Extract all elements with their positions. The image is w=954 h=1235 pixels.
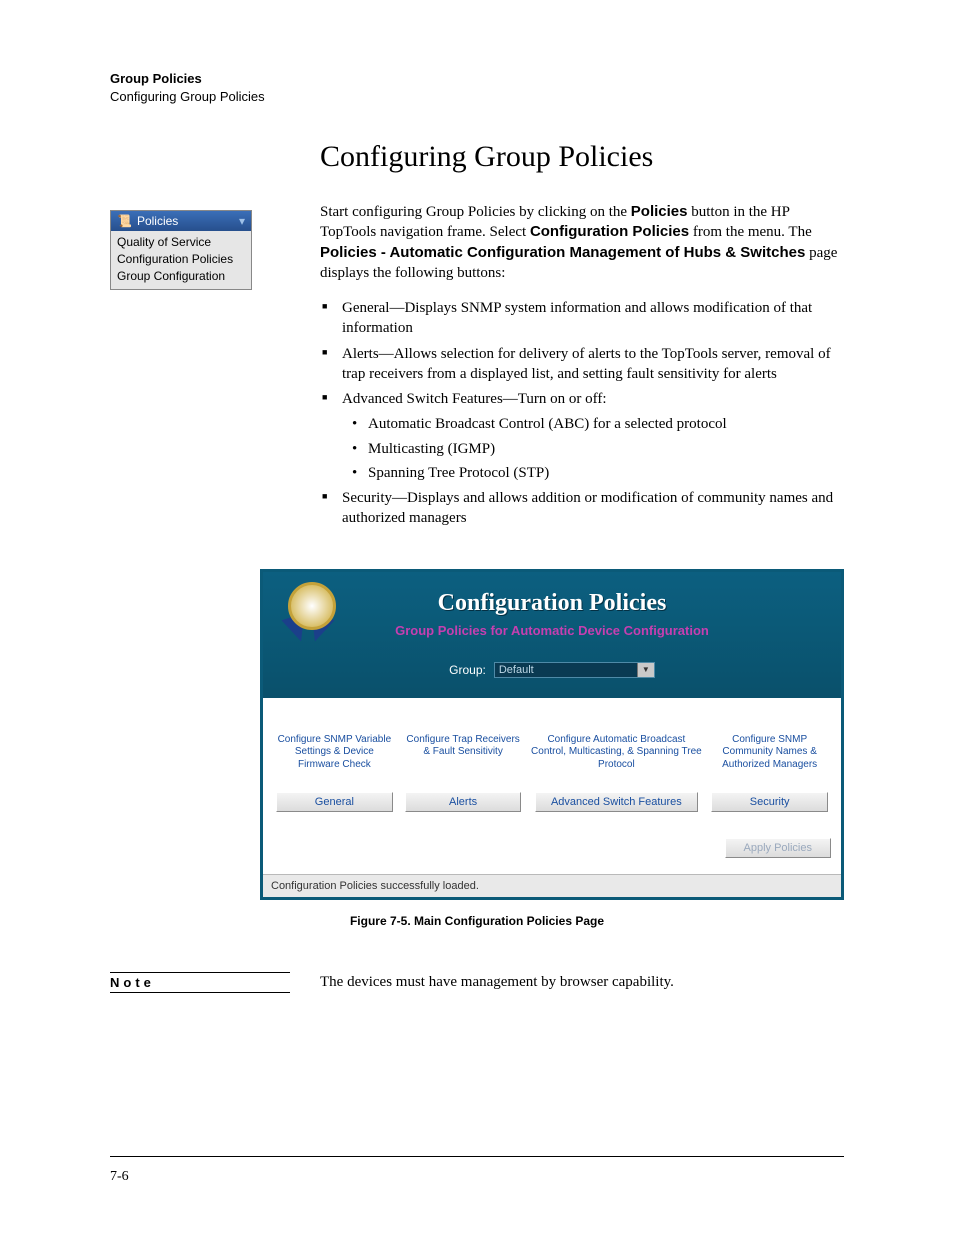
running-header-sub: Configuring Group Policies [110,88,844,106]
apply-policies-button[interactable]: Apply Policies [725,838,831,858]
list-item: Spanning Tree Protocol (STP) [368,463,844,483]
panel-title: Configuration Policies [279,590,825,617]
list-item: Multicasting (IGMP) [368,439,844,459]
security-button[interactable]: Security [711,792,828,812]
list-item: Automatic Broadcast Control (ABC) for a … [368,414,844,434]
list-item: Advanced Switch Features—Turn on or off:… [342,389,844,483]
note-text: The devices must have management by brow… [320,972,844,993]
status-bar: Configuration Policies successfully load… [263,874,841,897]
award-ribbon-icon [285,582,333,630]
menu-item-group-config[interactable]: Group Configuration [117,268,245,285]
group-label: Group: [449,663,486,677]
menu-item-config-policies[interactable]: Configuration Policies [117,251,245,268]
panel-subtitle: Group Policies for Automatic Device Conf… [279,623,825,638]
advanced-desc: Configure Automatic Broadcast Control, M… [530,734,702,786]
footer-rule [110,1156,844,1157]
general-desc: Configure SNMP Variable Settings & Devic… [273,734,396,786]
menu-item-qos[interactable]: Quality of Service [117,234,245,251]
running-header-title: Group Policies [110,70,844,88]
list-item: General—Displays SNMP system information… [342,298,844,339]
intro-paragraph: Start configuring Group Policies by clic… [320,202,844,283]
alerts-desc: Configure Trap Receivers & Fault Sensiti… [402,734,525,786]
scroll-icon: 📜 [117,214,132,228]
figure-caption: Figure 7-5. Main Configuration Policies … [110,914,844,928]
list-item: Security—Displays and allows addition or… [342,488,844,529]
policies-menu-title: Policies [137,214,178,228]
running-header: Group Policies Configuring Group Policie… [110,70,844,105]
list-item: Alerts—Allows selection for delivery of … [342,344,844,385]
chevron-down-icon: ▾ [239,214,245,228]
section-title: Configuring Group Policies [320,140,844,174]
config-policies-screenshot: Configuration Policies Group Policies fo… [260,569,844,900]
chevron-down-icon[interactable]: ▼ [637,663,654,677]
page-number: 7-6 [110,1169,129,1185]
general-button[interactable]: General [276,792,393,812]
policies-menu-header[interactable]: 📜 Policies ▾ [111,211,251,231]
feature-list: General—Displays SNMP system information… [320,298,844,529]
advanced-switch-button[interactable]: Advanced Switch Features [535,792,698,812]
policies-menu[interactable]: 📜 Policies ▾ Quality of Service Configur… [110,210,252,290]
note-label: Note [110,972,290,993]
alerts-button[interactable]: Alerts [405,792,522,812]
security-desc: Configure SNMP Community Names & Authori… [708,734,831,786]
group-select[interactable]: Default ▼ [494,662,655,678]
group-select-value: Default [499,664,534,676]
